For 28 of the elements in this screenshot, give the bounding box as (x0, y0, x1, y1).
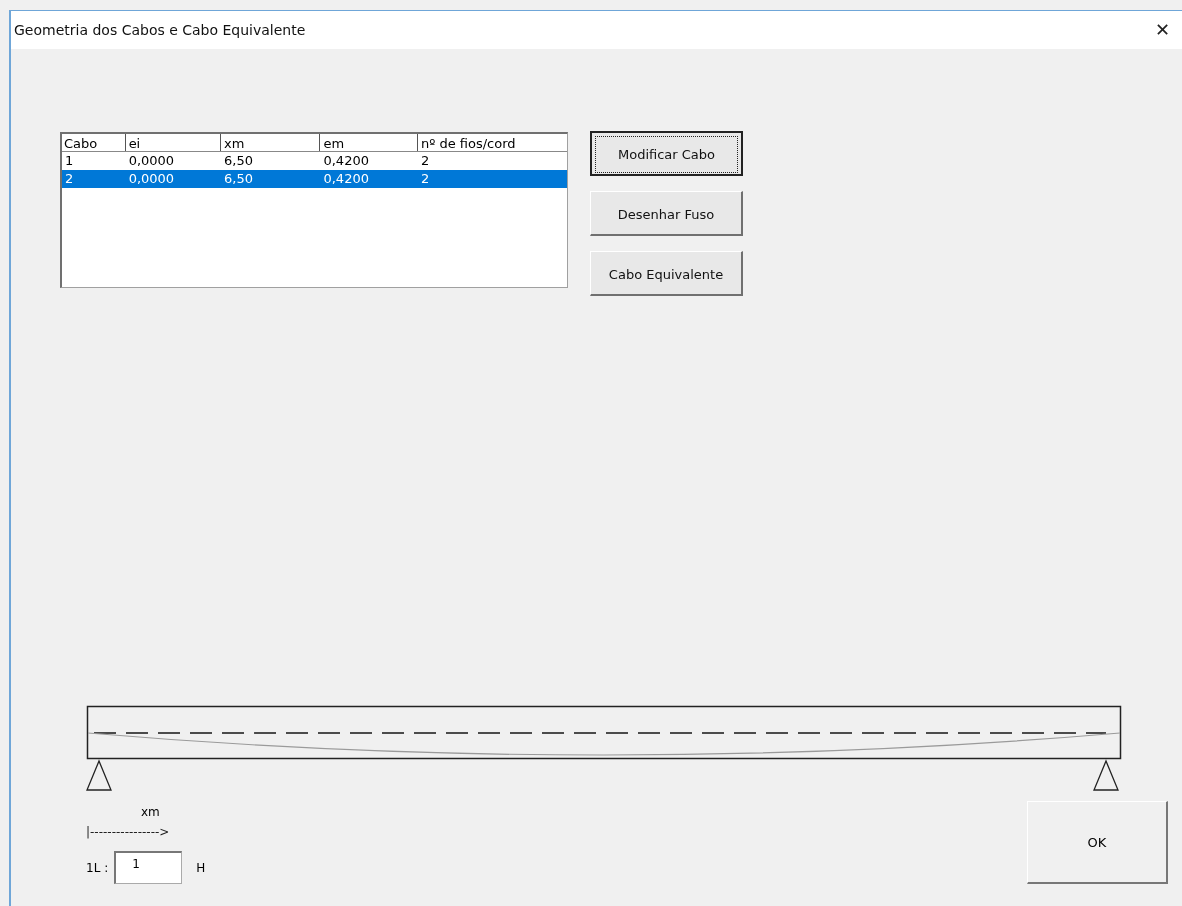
table-cell-text: 0,4200 (322, 170, 370, 188)
length-label: 1L : (86, 860, 109, 875)
xm-label: xm (141, 805, 161, 819)
column-header[interactable]: ei (125, 134, 222, 151)
close-button[interactable]: ✕ (1142, 12, 1182, 48)
table-row[interactable]: 1 0,0000 6,50 0,4200 2 (62, 152, 567, 170)
column-header[interactable]: em (320, 134, 418, 151)
table-cell-text: 1 (64, 152, 75, 170)
xm-arrow: |----------------> (86, 825, 171, 839)
length-field[interactable]: 1 (114, 851, 183, 884)
column-header[interactable]: Cabo (62, 134, 126, 151)
action-button[interactable]: Cabo Equivalente (590, 251, 743, 296)
window-title: Geometria dos Cabos e Cabo Equivalente (14, 22, 306, 38)
table-cell-text: 0,0000 (127, 170, 176, 188)
ok-button[interactable]: OK (1027, 801, 1168, 884)
table-cell-text: 6,50 (223, 170, 254, 188)
table-cell-text: 2 (419, 152, 431, 170)
table-cell-text: 2 (419, 170, 431, 188)
table-cell-text: 6,50 (223, 152, 254, 170)
column-header[interactable]: nº de fios/cord (417, 134, 567, 151)
table-row[interactable]: 2 0,0000 6,50 0,4200 2 (62, 170, 567, 188)
unit-label: H (196, 860, 206, 875)
table-cell-text: 0,4200 (322, 152, 370, 170)
action-button[interactable]: Desenhar Fuso (590, 191, 743, 236)
action-button[interactable]: Modificar Cabo (590, 131, 743, 176)
column-header[interactable]: xm (221, 134, 321, 151)
table-cell-text: 2 (64, 170, 75, 188)
table-cell-text: 0,0000 (127, 152, 176, 170)
